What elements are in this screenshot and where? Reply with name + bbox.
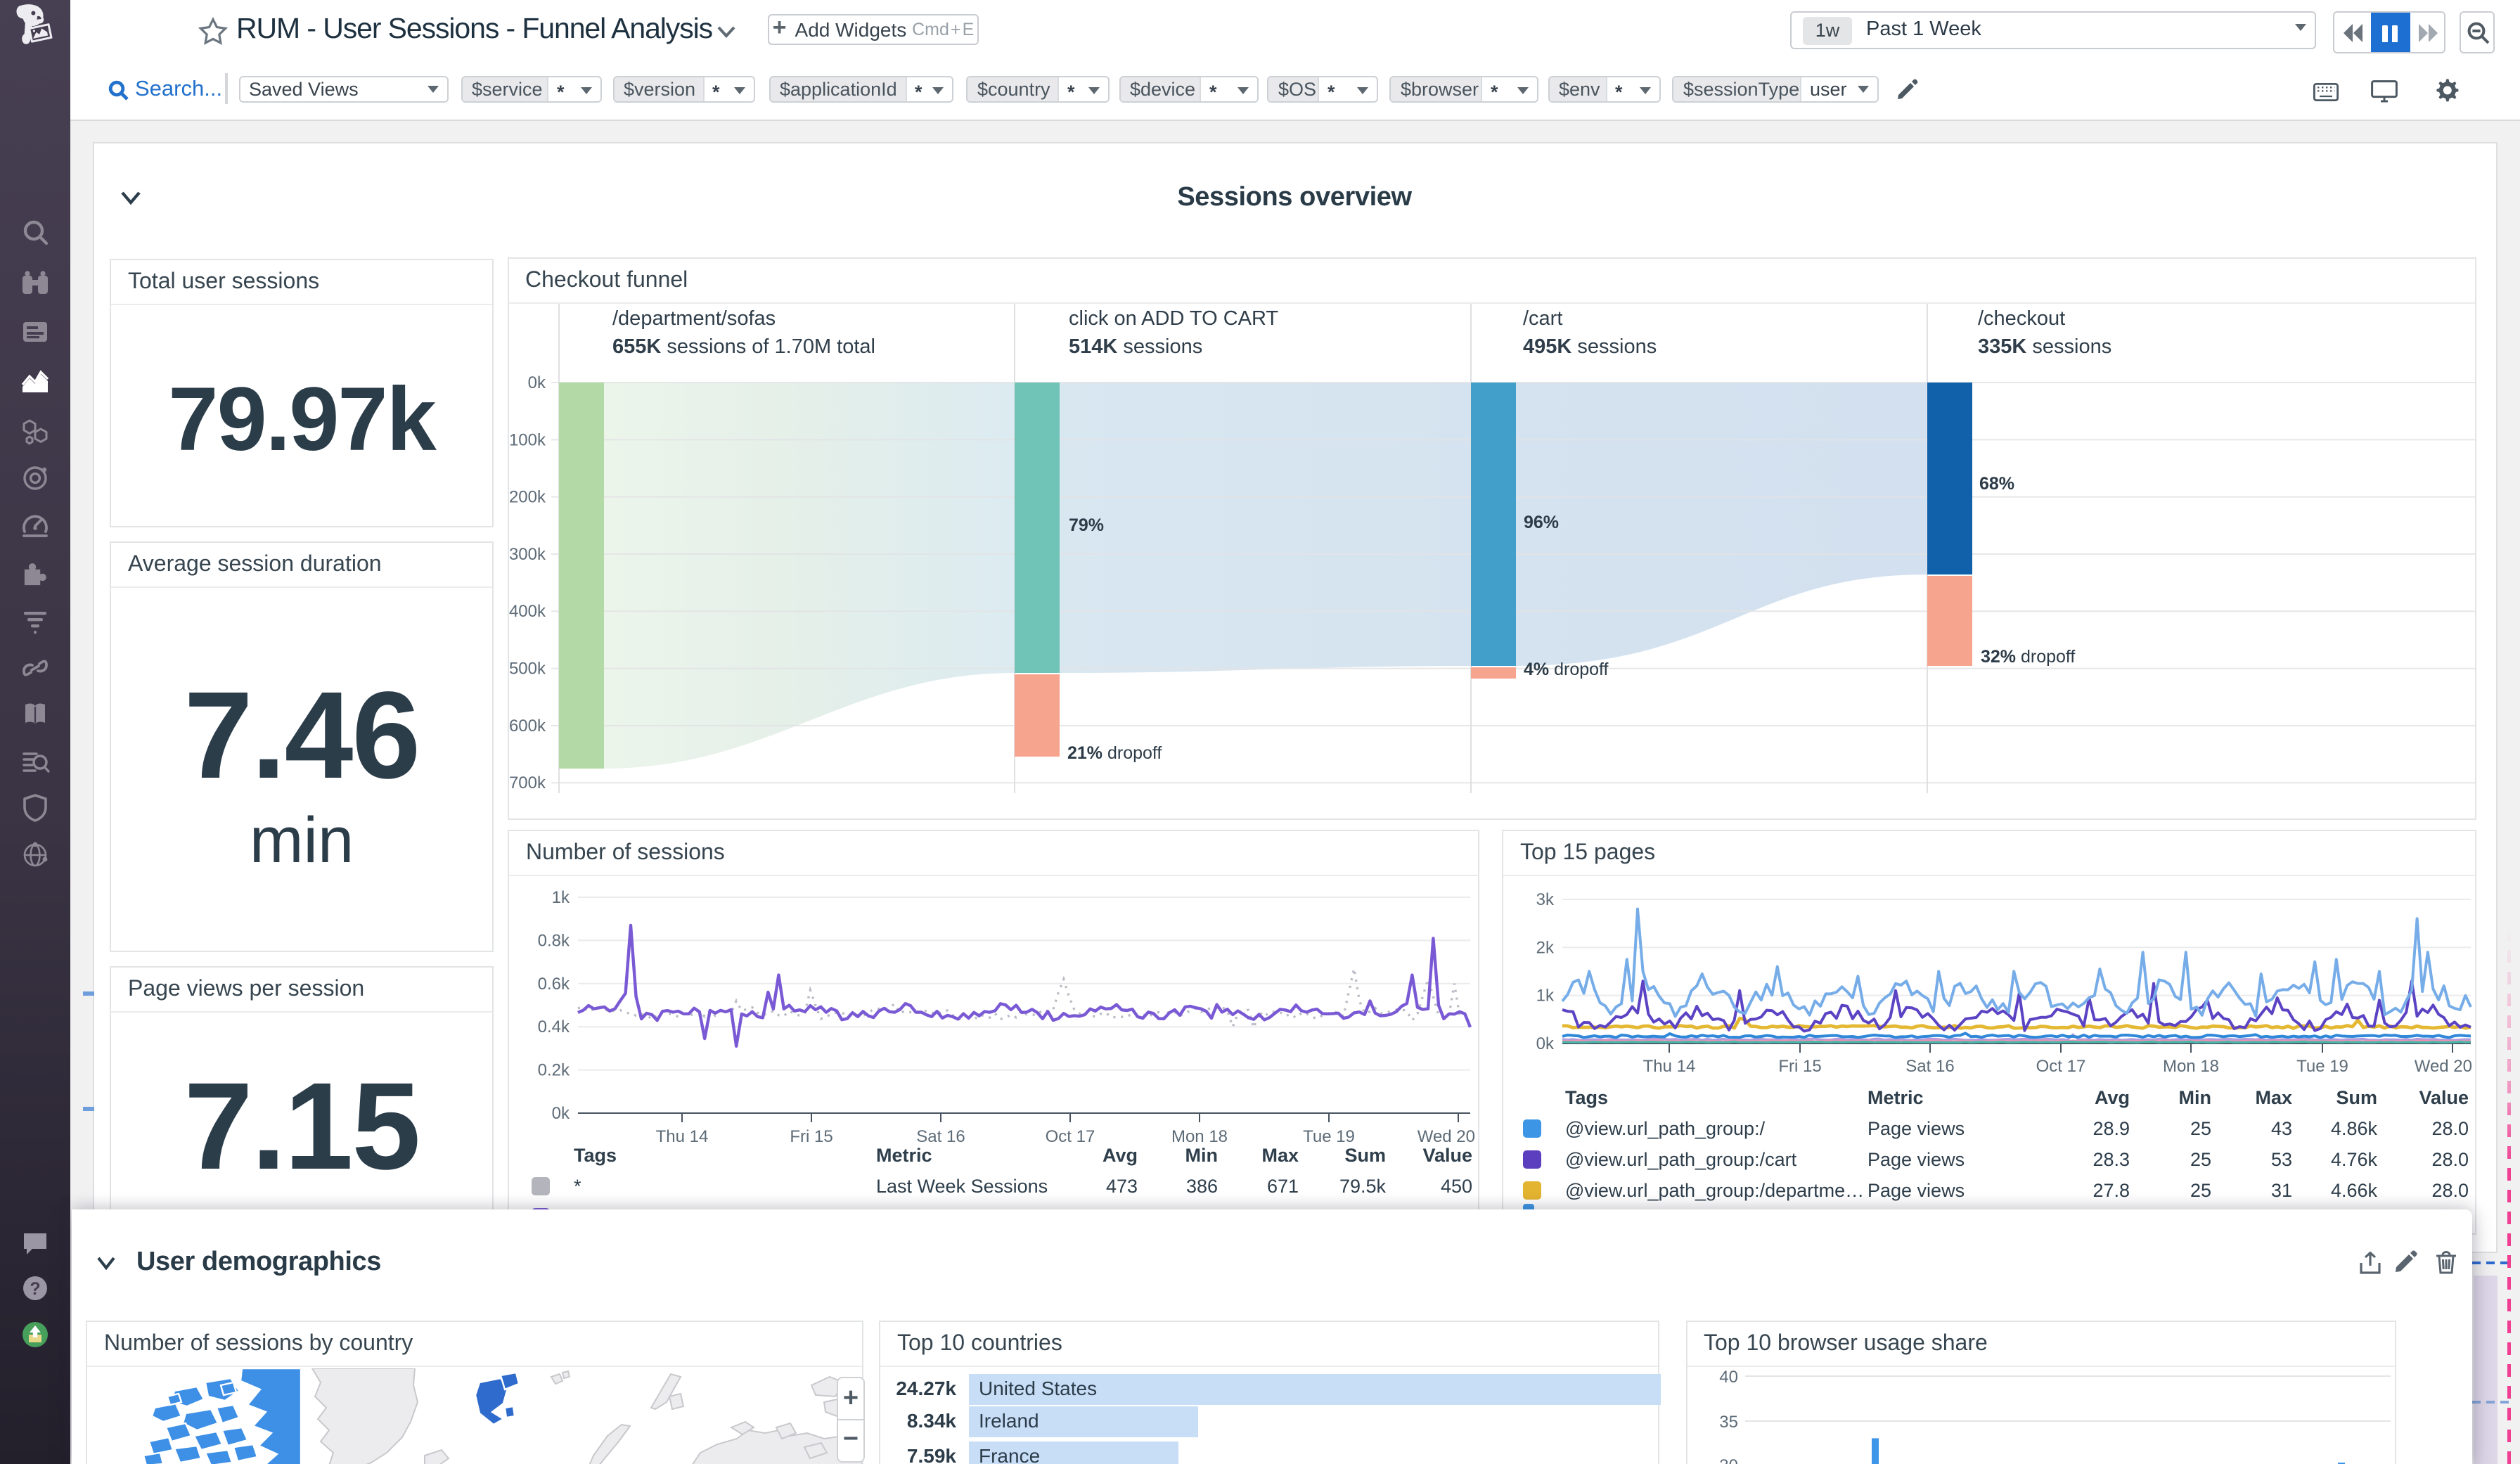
svg-text:2k: 2k — [1536, 938, 1555, 957]
svg-text:600k: 600k — [508, 716, 546, 735]
svg-text:4% dropoff: 4% dropoff — [1523, 659, 1608, 679]
svg-text:Oct 17: Oct 17 — [2036, 1057, 2086, 1076]
svg-text:0.4k: 0.4k — [538, 1017, 570, 1036]
svg-text:68%: 68% — [1979, 473, 2014, 493]
svg-text:Fri 15: Fri 15 — [1778, 1057, 1821, 1076]
svg-text:400k: 400k — [508, 601, 546, 620]
svg-text:0.6k: 0.6k — [538, 975, 570, 994]
svg-text:0k: 0k — [552, 1104, 570, 1123]
svg-text:0k: 0k — [1536, 1034, 1555, 1053]
svg-text:200k: 200k — [508, 487, 546, 506]
svg-text:/department/sofas: /department/sofas — [612, 307, 775, 329]
svg-text:100k: 100k — [508, 430, 546, 449]
svg-text:30: 30 — [1718, 1456, 1737, 1464]
svg-text:335K sessions: 335K sessions — [1977, 335, 2111, 357]
svg-text:0.2k: 0.2k — [538, 1061, 570, 1080]
svg-text:32% dropoff: 32% dropoff — [1980, 646, 2074, 666]
svg-text:0.8k: 0.8k — [538, 931, 570, 950]
svg-text:Thu 14: Thu 14 — [1643, 1057, 1696, 1076]
svg-text:Sat 16: Sat 16 — [1905, 1057, 1954, 1076]
svg-text:500k: 500k — [508, 659, 546, 678]
svg-text:655K sessions of 1.70M total: 655K sessions of 1.70M total — [612, 335, 875, 357]
svg-text:click on ADD TO CART: click on ADD TO CART — [1068, 307, 1278, 329]
svg-text:21% dropoff: 21% dropoff — [1067, 743, 1161, 762]
svg-text:0k: 0k — [527, 373, 546, 392]
svg-text:79%: 79% — [1068, 515, 1103, 534]
svg-text:3k: 3k — [1536, 890, 1555, 909]
svg-text:96%: 96% — [1523, 512, 1558, 532]
svg-text:495K sessions: 495K sessions — [1522, 335, 1656, 357]
svg-text:35: 35 — [1718, 1413, 1737, 1432]
svg-text:Mon 18: Mon 18 — [2163, 1057, 2219, 1076]
svg-text:40: 40 — [1718, 1368, 1737, 1387]
svg-text:514K sessions: 514K sessions — [1068, 335, 1202, 357]
svg-text:/cart: /cart — [1522, 307, 1562, 329]
svg-text:1k: 1k — [552, 888, 570, 907]
svg-text:300k: 300k — [508, 544, 546, 563]
svg-text:Wed 20: Wed 20 — [2415, 1057, 2472, 1076]
svg-text:/checkout: /checkout — [1977, 307, 2064, 329]
svg-text:?: ? — [30, 1279, 40, 1299]
svg-text:Tue 19: Tue 19 — [2296, 1057, 2348, 1076]
svg-text:700k: 700k — [508, 773, 546, 792]
svg-text:1k: 1k — [1536, 987, 1555, 1006]
